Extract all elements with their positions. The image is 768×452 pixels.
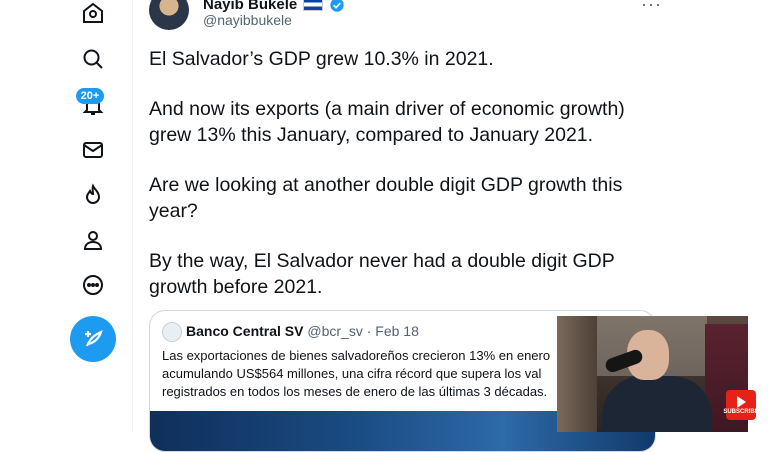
tweet-paragraph: By the way, El Salvador never had a doub… (149, 250, 615, 298)
play-icon (736, 395, 746, 408)
compose-tweet-button[interactable] (70, 316, 116, 362)
subscribe-button[interactable]: SUBSCRIBE (723, 390, 759, 420)
spaces-flame-icon[interactable] (72, 174, 114, 216)
home-icon[interactable] (72, 0, 114, 34)
messages-mail-icon[interactable] (72, 129, 114, 171)
author-avatar[interactable] (149, 0, 189, 30)
feather-plus-icon (85, 330, 103, 347)
tweet-paragraph: And now its exports (a main driver of ec… (149, 98, 625, 146)
more-menu-icon[interactable]: ··· (641, 0, 662, 15)
profile-person-icon[interactable] (72, 219, 114, 261)
el-salvador-flag-icon (303, 0, 324, 11)
streamer-body (602, 376, 712, 432)
explore-search-icon[interactable] (72, 38, 114, 80)
notifications-badge: 20+ (76, 88, 104, 104)
quoted-author-handle: @bcr_sv (307, 323, 363, 339)
author-handle[interactable]: @nayibbukele (203, 12, 292, 28)
tweet-text: El Salvador’s GDP grew 10.3% in 2021. An… (149, 46, 669, 324)
quoted-author-avatar (162, 322, 182, 342)
tweet-paragraph: Are we looking at another double digit G… (149, 174, 623, 222)
quoted-tweet-date: Feb 18 (375, 323, 419, 339)
quoted-author-name: Banco Central SV (186, 323, 304, 339)
webcam-overlay (557, 316, 748, 432)
tweet-paragraph: El Salvador’s GDP grew 10.3% in 2021. (149, 48, 494, 70)
nav-rail: 20+ (0, 0, 133, 432)
verified-badge-icon (330, 0, 344, 12)
subscribe-label: SUBSCRIBE (723, 408, 759, 415)
quoted-tweet-header: Banco Central SV @bcr_sv · Feb 18 (186, 323, 419, 339)
more-options-icon[interactable] (72, 264, 114, 306)
